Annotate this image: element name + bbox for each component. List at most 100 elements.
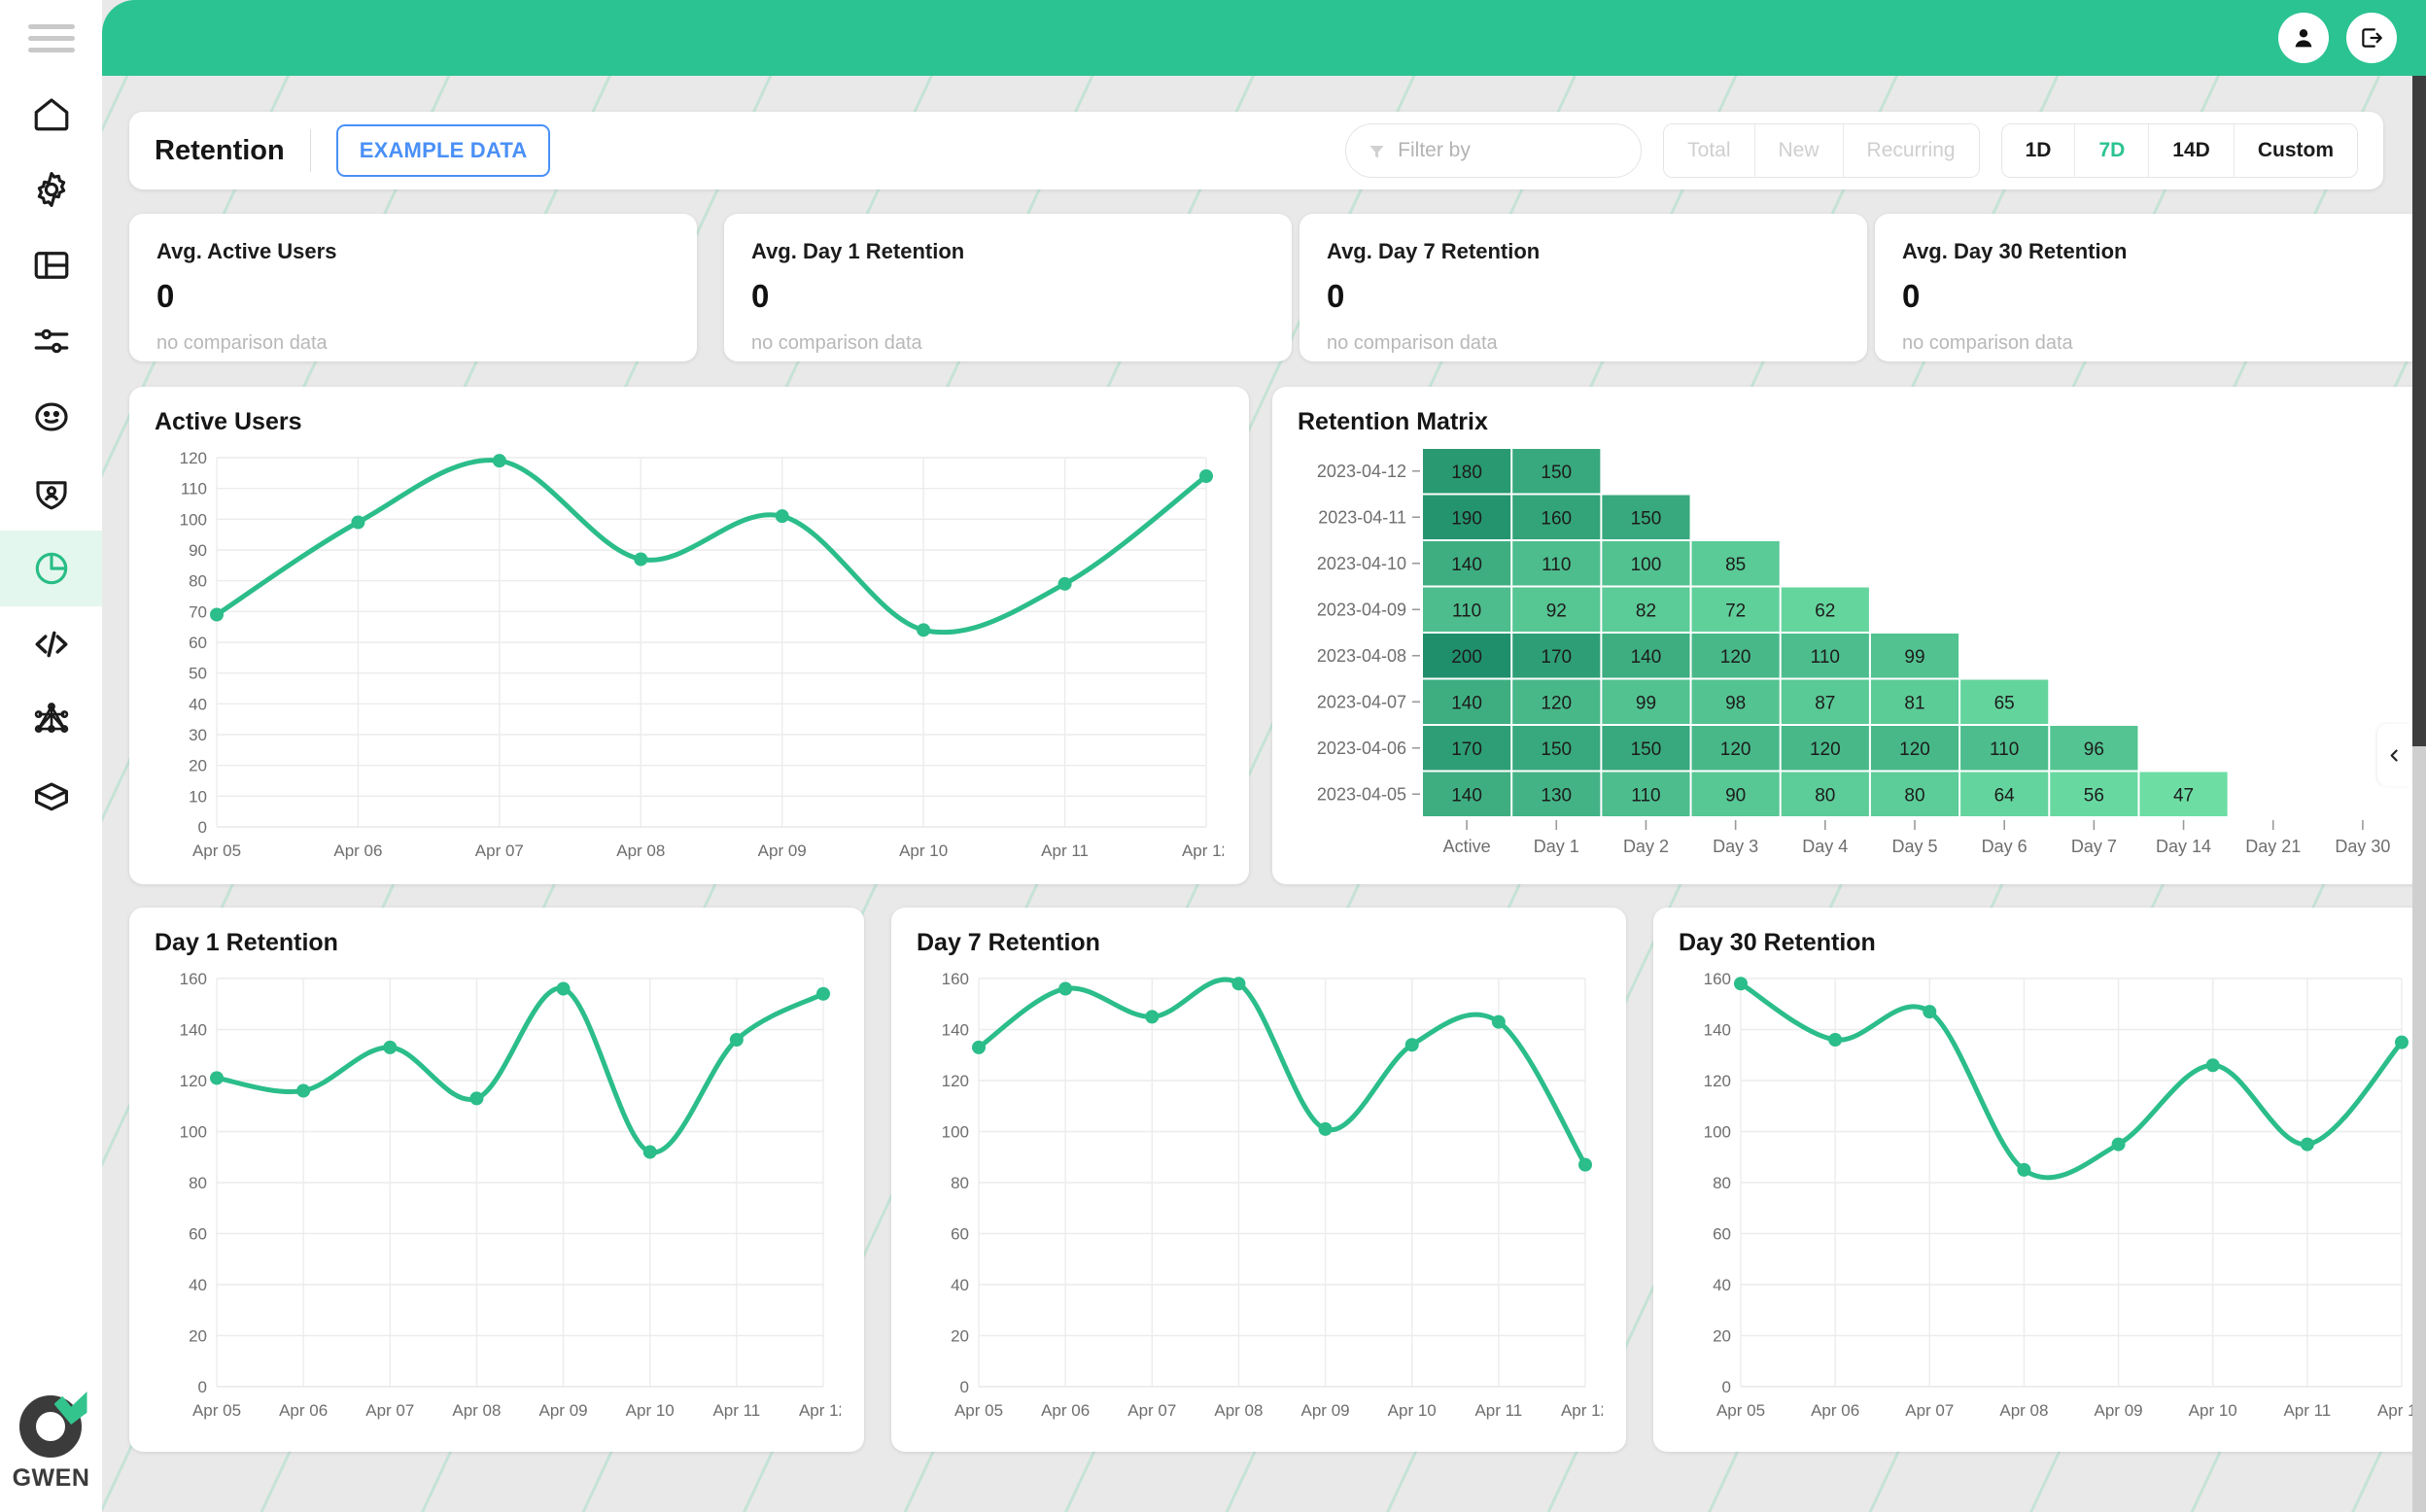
svg-text:110: 110 (1811, 647, 1840, 668)
svg-text:20: 20 (951, 1327, 969, 1346)
svg-text:80: 80 (1815, 785, 1835, 806)
svg-text:70: 70 (189, 602, 207, 621)
filter-placeholder: Filter by (1398, 139, 1471, 161)
pie-chart-icon (35, 552, 67, 585)
sidebar-item-layout[interactable] (0, 227, 102, 303)
sidebar-item-home[interactable] (0, 76, 102, 152)
svg-text:Apr 07: Apr 07 (365, 1401, 414, 1420)
range-7d[interactable]: 7D (2075, 124, 2150, 177)
svg-text:Apr 09: Apr 09 (758, 842, 807, 860)
svg-text:110: 110 (1542, 555, 1571, 575)
svg-text:40: 40 (189, 1276, 207, 1294)
day1-retention-line-chart[interactable]: 0 20 40 60 80 100 120 140 160 Apr 05 Apr 06 Apr 07 A… (155, 957, 841, 1433)
example-data-badge[interactable]: EXAMPLE DATA (335, 124, 551, 177)
day7-retention-line-chart[interactable]: 0 20 40 60 80 100 120 140 160 Apr 05 Apr 06 Apr 07 A… (917, 957, 1603, 1433)
svg-text:100: 100 (942, 1123, 969, 1142)
svg-text:Apr 08: Apr 08 (452, 1401, 501, 1420)
segment-total[interactable]: Total (1664, 124, 1755, 177)
range-14d[interactable]: 14D (2149, 124, 2235, 177)
svg-text:100: 100 (180, 510, 207, 529)
sidebar: GWEN (0, 0, 102, 1512)
svg-text:140: 140 (1704, 1021, 1731, 1040)
app-logo: GWEN (0, 1390, 102, 1493)
svg-text:Apr 08: Apr 08 (1214, 1401, 1263, 1420)
logout-button[interactable] (2346, 13, 2397, 63)
svg-text:0: 0 (198, 818, 207, 837)
sidebar-item-developer[interactable] (0, 606, 102, 682)
sidebar-item-security[interactable] (0, 455, 102, 531)
svg-text:0: 0 (1722, 1378, 1731, 1396)
profile-button[interactable] (2278, 13, 2329, 63)
svg-text:160: 160 (180, 970, 207, 988)
active-users-line-chart[interactable]: 0 10 20 30 40 50 60 70 80 90 100 110 120 Apr 05 Apr 06… (155, 436, 1224, 874)
page-header: Retention EXAMPLE DATA Filter by Total N… (129, 112, 2383, 189)
svg-text:Apr 07: Apr 07 (1905, 1401, 1954, 1420)
svg-text:2023-04-07: 2023-04-07 (1317, 692, 1406, 711)
svg-text:80: 80 (189, 1174, 207, 1192)
kpi-value: 0 (1327, 278, 1345, 314)
svg-text:Apr 12: Apr 12 (2377, 1401, 2412, 1420)
svg-text:60: 60 (1713, 1225, 1731, 1244)
svg-text:Apr 08: Apr 08 (616, 842, 665, 860)
svg-text:Apr 06: Apr 06 (1811, 1401, 1859, 1420)
kpi-value: 0 (751, 278, 770, 314)
svg-text:140: 140 (942, 1021, 969, 1040)
svg-text:Apr 11: Apr 11 (1474, 1401, 1522, 1420)
svg-text:Apr 06: Apr 06 (279, 1401, 328, 1420)
filter-input[interactable]: Filter by (1345, 123, 1643, 178)
svg-text:20: 20 (189, 757, 207, 775)
user-icon (2295, 29, 2312, 48)
svg-text:87: 87 (1815, 693, 1835, 713)
segment-recurring[interactable]: Recurring (1843, 124, 1979, 177)
range-1d[interactable]: 1D (2001, 124, 2076, 177)
svg-text:Day 1: Day 1 (1534, 837, 1579, 856)
svg-text:100: 100 (180, 1123, 207, 1142)
segment-new[interactable]: New (1754, 124, 1844, 177)
card-day1-retention: Day 1 Retention 0 20 40 60 80 100 120 140 160 Apr… (129, 908, 864, 1452)
svg-text:Apr 08: Apr 08 (1999, 1401, 2048, 1420)
svg-text:Apr 12: Apr 12 (1561, 1401, 1603, 1420)
time-range-segmented-control: 1D 7D 14D Custom (2000, 123, 2358, 178)
sidebar-item-engagement[interactable] (0, 379, 102, 455)
svg-text:2023-04-09: 2023-04-09 (1317, 600, 1406, 619)
day30-retention-line-chart[interactable]: 0 20 40 60 80 100 120 140 160 Apr 05 Apr 06 Apr 07 A… (1679, 957, 2412, 1433)
svg-text:120: 120 (1720, 647, 1751, 668)
svg-text:160: 160 (1704, 970, 1731, 988)
svg-text:40: 40 (1713, 1276, 1731, 1294)
panel-collapse-toggle[interactable] (2377, 724, 2410, 786)
hamburger-icon[interactable] (0, 0, 102, 76)
svg-text:40: 40 (189, 695, 207, 713)
vertical-scrollbar-thumb[interactable] (2412, 76, 2426, 746)
svg-text:0: 0 (198, 1378, 207, 1396)
kpi-subtext: no comparison data (1327, 332, 1498, 354)
svg-text:90: 90 (1725, 785, 1746, 806)
svg-text:150: 150 (1631, 508, 1662, 529)
funnel-icon (1369, 145, 1384, 158)
svg-text:80: 80 (951, 1174, 969, 1192)
svg-text:160: 160 (942, 970, 969, 988)
svg-text:120: 120 (1541, 693, 1572, 713)
sidebar-item-analytics[interactable] (0, 531, 102, 606)
kpi-subtext: no comparison data (1902, 332, 2073, 354)
svg-text:47: 47 (2173, 785, 2194, 806)
svg-text:72: 72 (1725, 601, 1746, 621)
kpi-card-avg-day30-retention: Avg. Day 30 Retention 0 no comparison da… (1875, 214, 2412, 361)
svg-text:Apr 11: Apr 11 (2283, 1401, 2331, 1420)
svg-text:Day 5: Day 5 (1891, 837, 1937, 856)
sidebar-item-settings[interactable] (0, 152, 102, 227)
svg-text:0: 0 (960, 1378, 969, 1396)
retention-matrix-heatmap[interactable]: 2023-04-12 180 150 2023-04-11 190 160 150 2023-… (1298, 436, 2412, 874)
sidebar-item-graph[interactable] (0, 682, 102, 758)
top-bar (102, 0, 2426, 76)
home-icon (34, 98, 68, 131)
svg-text:82: 82 (1636, 601, 1656, 621)
sidebar-item-controls[interactable] (0, 303, 102, 379)
kpi-value: 0 (1902, 278, 1921, 314)
svg-text:120: 120 (180, 449, 207, 467)
range-custom[interactable]: Custom (2234, 124, 2357, 177)
svg-text:120: 120 (1704, 1072, 1731, 1090)
sidebar-item-packages[interactable] (0, 758, 102, 834)
svg-text:20: 20 (189, 1327, 207, 1346)
svg-text:Apr 07: Apr 07 (1127, 1401, 1176, 1420)
svg-text:30: 30 (189, 726, 207, 744)
